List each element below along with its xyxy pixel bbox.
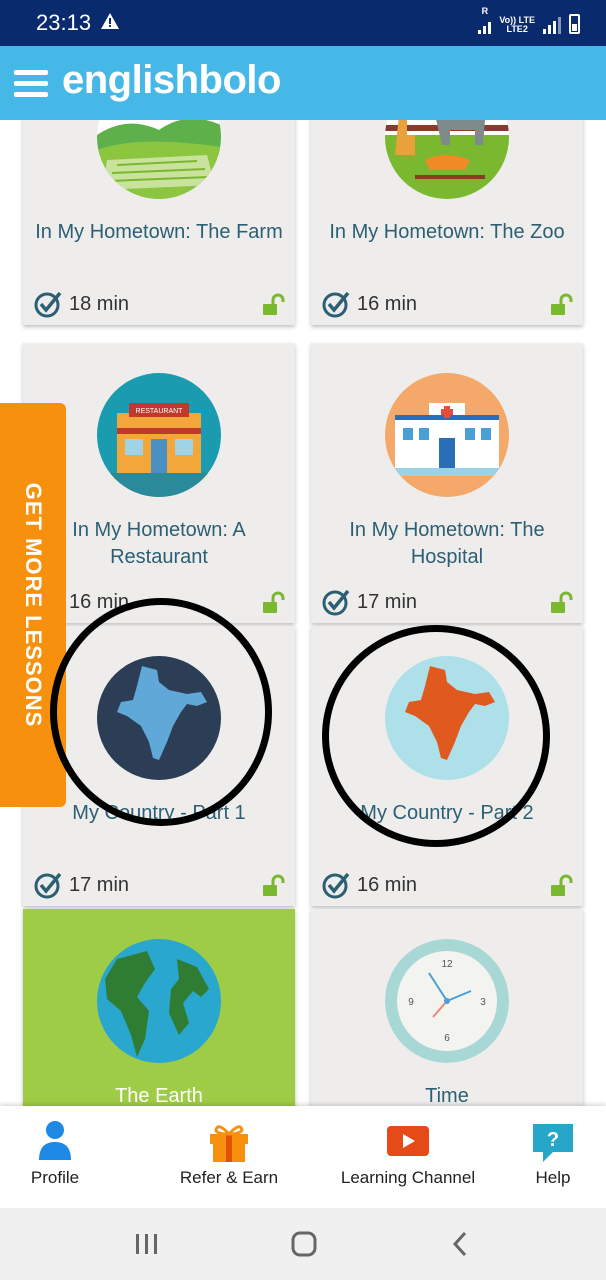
system-navigation-bar (0, 1208, 606, 1280)
lesson-title: In My Hometown: The Zoo (329, 221, 565, 243)
nav-help[interactable]: ? Help (518, 1106, 588, 1208)
clock-number: 9 (408, 997, 414, 1008)
check-circle-icon (322, 291, 350, 318)
unlock-icon (263, 293, 285, 315)
lesson-duration: 16 min (321, 870, 417, 900)
lesson-card-earth[interactable]: The Earth (23, 909, 295, 1106)
home-icon[interactable] (290, 1230, 318, 1258)
lesson-card-time[interactable]: 12 3 6 9 Time (311, 909, 583, 1106)
gift-icon (210, 1125, 248, 1162)
check-circle-icon (322, 589, 350, 616)
signal-icon (478, 16, 492, 34)
india-map-icon (385, 656, 509, 780)
unlock-icon (551, 874, 573, 896)
help-icon: ? (533, 1124, 573, 1162)
sim1-signal: R (478, 7, 492, 34)
lesson-title: Time (425, 1085, 469, 1106)
app-logo: englishbolo (62, 58, 281, 102)
india-map-icon (97, 656, 221, 780)
lesson-title: The Earth (115, 1085, 203, 1106)
zoo-icon (385, 120, 509, 199)
lesson-grid: In My Hometown: The Farm 18 min In My Ho… (0, 120, 606, 1106)
app-header: englishbolo (0, 46, 606, 120)
nav-learning-channel[interactable]: Learning Channel (336, 1106, 480, 1208)
person-icon (39, 1121, 71, 1160)
unlock-icon (551, 591, 573, 613)
unlock-icon (263, 874, 285, 896)
globe-icon (97, 939, 221, 1063)
lesson-title: My Country - Part 1 (72, 802, 246, 824)
hospital-icon (385, 373, 509, 497)
warning-icon (101, 13, 119, 29)
svg-text:?: ? (547, 1129, 559, 1151)
volte-indicator: Vo)) LTE LTE2 (499, 15, 535, 34)
battery-icon (569, 14, 580, 34)
lesson-duration: 16 min (321, 289, 417, 319)
lesson-title: My Country - Part 2 (360, 802, 534, 824)
restaurant-sign-text: RESTAURANT (136, 408, 184, 415)
check-circle-icon (322, 872, 350, 899)
get-more-lessons-label: GET MORE LESSONS (21, 482, 46, 728)
unlock-icon (551, 293, 573, 315)
video-play-icon (387, 1126, 429, 1156)
check-circle-icon (34, 872, 62, 899)
restaurant-icon: RESTAURANT (97, 373, 221, 497)
back-icon[interactable] (450, 1230, 470, 1258)
clock-icon: 12 3 6 9 (385, 939, 509, 1063)
hamburger-menu-icon[interactable] (14, 70, 48, 100)
lesson-duration: 17 min (33, 870, 129, 900)
farm-icon (97, 120, 221, 199)
lesson-card-my-country-2[interactable]: My Country - Part 2 16 min (311, 626, 583, 906)
signal-icon (543, 16, 561, 34)
status-indicators: R Vo)) LTE LTE2 (478, 7, 580, 34)
lesson-title: In My Hometown: The Farm (35, 221, 283, 243)
nav-profile[interactable]: Profile (10, 1106, 100, 1208)
lesson-duration: 17 min (321, 587, 417, 617)
lesson-card-zoo[interactable]: In My Hometown: The Zoo 16 min (311, 120, 583, 325)
bottom-navigation: Profile Refer & Earn Learning Channel ? … (0, 1106, 606, 1208)
get-more-lessons-tab[interactable]: GET MORE LESSONS (0, 403, 66, 807)
lesson-card-hospital[interactable]: In My Hometown: The Hospital 17 min (311, 343, 583, 623)
unlock-icon (263, 591, 285, 613)
recent-apps-icon[interactable] (134, 1232, 160, 1256)
lesson-duration: 18 min (33, 289, 129, 319)
status-bar: 23:13 R Vo)) LTE LTE2 (0, 0, 606, 46)
clock-number: 6 (444, 1033, 450, 1044)
nav-refer-earn[interactable]: Refer & Earn (170, 1106, 288, 1208)
lesson-card-farm[interactable]: In My Hometown: The Farm 18 min (23, 120, 295, 325)
lesson-title: In My Hometown: The Hospital (349, 519, 545, 568)
clock-number: 3 (480, 997, 486, 1008)
lesson-title: In My Hometown: A Restaurant (72, 519, 246, 568)
status-time: 23:13 (36, 10, 92, 35)
check-circle-icon (34, 291, 62, 318)
clock-number: 12 (441, 959, 453, 970)
